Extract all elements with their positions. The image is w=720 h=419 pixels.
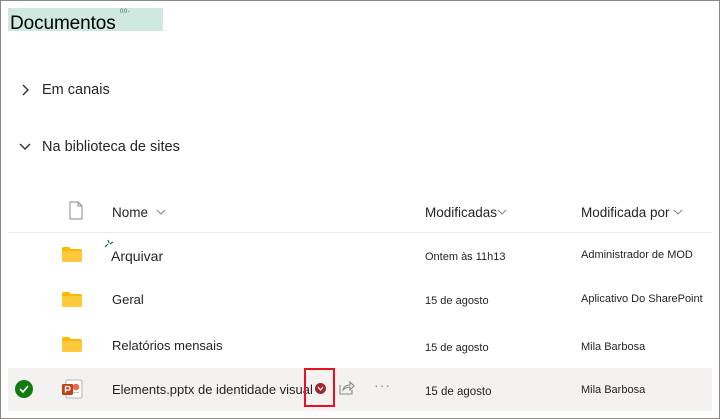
status-indicator-icon[interactable] bbox=[315, 383, 326, 394]
row-select-check[interactable] bbox=[15, 380, 33, 398]
row-modified: Ontem às 11h13 bbox=[425, 251, 506, 263]
column-header-modified-by[interactable]: Modificada por bbox=[581, 198, 683, 226]
powerpoint-icon bbox=[62, 379, 83, 399]
folder-icon bbox=[62, 292, 82, 307]
page-title: Documentos bbox=[10, 13, 116, 34]
column-header-name[interactable]: Nome bbox=[112, 198, 166, 226]
column-header-label: Nome bbox=[112, 204, 149, 220]
row-modified-by[interactable]: Mila Barbosa bbox=[581, 341, 645, 353]
chevron-down-icon bbox=[18, 140, 32, 154]
header-divider bbox=[8, 232, 712, 233]
chevron-right-icon bbox=[18, 83, 32, 97]
column-file-type[interactable] bbox=[68, 198, 84, 226]
row-name-link[interactable]: Arquivar bbox=[111, 248, 163, 264]
document-icon bbox=[68, 201, 84, 223]
chevron-down-icon bbox=[497, 209, 507, 215]
column-header-label: Modificadas bbox=[425, 204, 498, 220]
row-name-link[interactable]: Relatórios mensais bbox=[112, 338, 223, 353]
folder-icon bbox=[62, 337, 82, 352]
section-label: Na biblioteca de sites bbox=[42, 139, 180, 155]
column-header-modified[interactable]: Modificadas bbox=[425, 198, 507, 226]
row-modified: 15 de agosto bbox=[425, 295, 489, 307]
more-icon[interactable]: ··· bbox=[374, 377, 391, 393]
row-modified: 15 de agosto bbox=[425, 342, 489, 354]
row-modified-by[interactable]: Aplicativo Do SharePoint bbox=[581, 293, 703, 305]
row-modified-by[interactable]: Mila Barbosa bbox=[581, 384, 645, 396]
row-name-link[interactable]: Geral bbox=[112, 292, 144, 307]
folder-icon bbox=[62, 247, 82, 262]
checkmark-icon bbox=[19, 385, 29, 393]
chevron-down-icon bbox=[673, 209, 683, 215]
section-em-canais[interactable]: Em canais bbox=[18, 82, 110, 98]
row-modified: 15 de agosto bbox=[425, 386, 492, 398]
column-header-label: Modificada por bbox=[581, 204, 670, 220]
share-icon[interactable] bbox=[339, 380, 355, 395]
section-na-biblioteca-de-sites[interactable]: Na biblioteca de sites bbox=[18, 139, 180, 155]
title-hint: 00- bbox=[120, 9, 131, 15]
chevron-down-icon bbox=[156, 209, 166, 215]
section-label: Em canais bbox=[42, 82, 110, 98]
row-name-link[interactable]: Elements.pptx de identidade visual bbox=[112, 382, 313, 397]
row-modified-by[interactable]: Administrador de MOD bbox=[581, 249, 693, 261]
